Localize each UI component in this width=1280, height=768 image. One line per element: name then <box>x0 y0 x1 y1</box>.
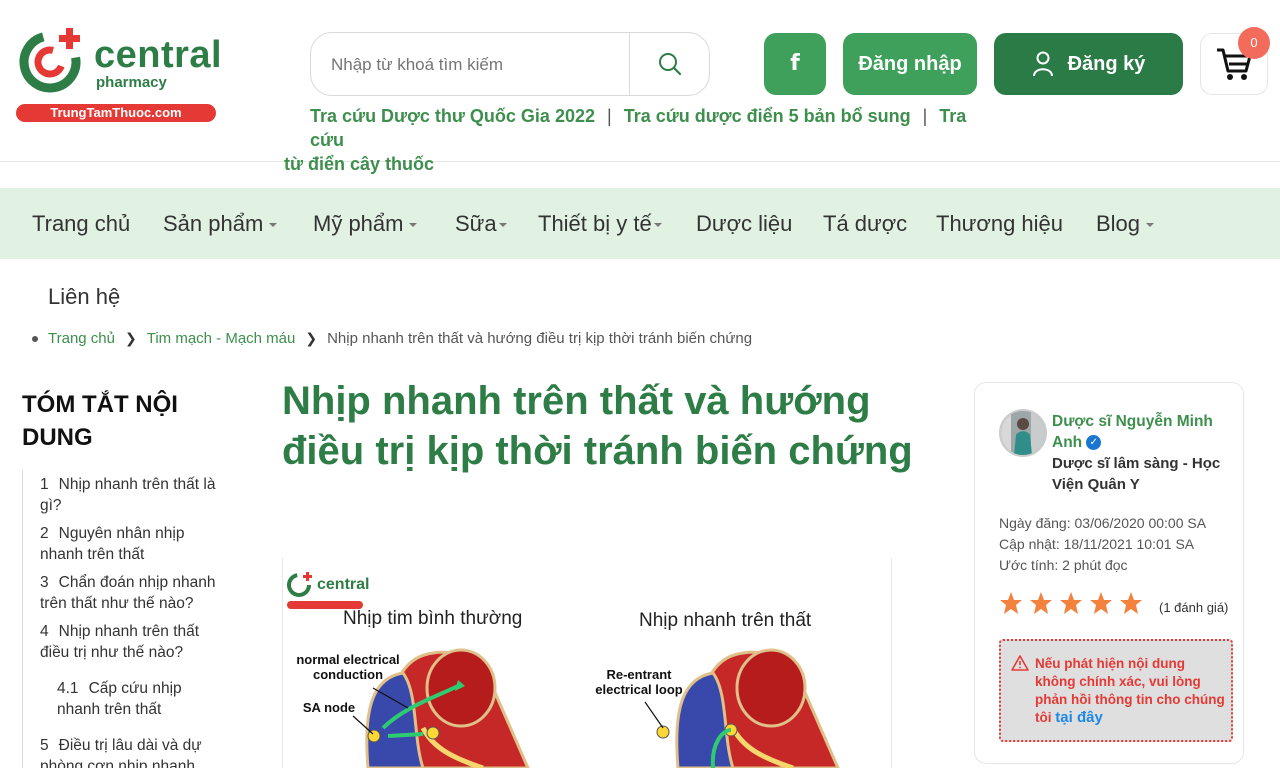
bullet-icon <box>32 335 38 342</box>
report-box: Nếu phát hiện nội dung không chính xác, … <box>999 639 1233 742</box>
star-icon <box>1000 592 1022 614</box>
figure-left-title: Nhịp tim bình thường <box>343 608 523 629</box>
nav-item-products[interactable]: Sản phẩm <box>163 188 278 259</box>
chevron-down-icon <box>1146 223 1155 228</box>
nav-item-herbal[interactable]: Dược liệu <box>696 188 792 259</box>
verified-icon: ✓ <box>1086 435 1102 451</box>
toc-subitem[interactable]: 4.1 Cấp cứu nhịp nhanh trên thất <box>57 678 207 720</box>
nav-item-milk[interactable]: Sữa <box>455 188 507 259</box>
main-nav: Trang chủ Sản phẩm Mỹ phẩm Sữa Thiết bị … <box>0 188 1280 259</box>
quick-link-separator: | <box>922 106 928 126</box>
author-role: Dược sĩ lâm sàng - Học Viện Quân Y <box>1052 455 1221 493</box>
quick-link-duoc-thu[interactable]: Tra cứu Dược thư Quốc Gia 2022 <box>310 106 595 126</box>
quick-link-duoc-dien[interactable]: Tra cứu dược điển 5 bản bổ sung <box>624 106 911 126</box>
figure-logo: central <box>317 576 370 593</box>
register-label: Đăng ký <box>1067 52 1146 75</box>
toc-title: TÓM TẮT NỘI DUNG <box>22 391 178 451</box>
figure-label-normal: normal electrical conduction <box>296 652 400 682</box>
rating-stars[interactable] <box>999 591 1143 615</box>
figure-label-reentrant: Re-entrant electrical loop <box>595 667 683 697</box>
search-button[interactable] <box>631 33 709 95</box>
logo-domain-bar: TrungTamThuoc.com <box>16 104 216 122</box>
star-icon <box>1120 592 1142 614</box>
facebook-icon: f <box>790 51 800 76</box>
breadcrumb-home[interactable]: Trang chủ <box>48 330 115 347</box>
chevron-down-icon <box>653 223 662 228</box>
breadcrumb-category[interactable]: Tim mạch - Mạch máu <box>147 330 296 347</box>
author-avatar[interactable] <box>999 409 1047 457</box>
figure-right-title: Nhịp nhanh trên thất <box>639 610 812 631</box>
search-input[interactable] <box>331 51 621 79</box>
quick-link-cay-thuoc-part2[interactable]: từ điển cây thuốc <box>284 154 434 174</box>
nav-item-medical-devices[interactable]: Thiết bị y tế <box>538 188 662 259</box>
report-message: Nếu phát hiện nội dung không chính xác, … <box>1035 656 1225 726</box>
article-title: Nhịp nhanh trên thất và hướng điều trị k… <box>282 379 913 473</box>
user-icon <box>1032 51 1053 77</box>
register-button[interactable]: Đăng ký <box>994 33 1183 95</box>
toc-item[interactable]: 5 Điều trị lâu dài và dự phòng cơn nhịp n… <box>40 735 230 768</box>
avatar-photo <box>1001 411 1045 455</box>
updated-date: Cập nhật: 18/11/2021 10:01 SA <box>999 536 1195 552</box>
rating-count: (1 đánh giá) <box>1159 600 1229 615</box>
published-date: Ngày đăng: 03/06/2020 00:00 SA <box>999 515 1207 531</box>
logo-subtitle: pharmacy <box>96 74 167 91</box>
logo-wordmark: central <box>94 34 223 76</box>
site-header: central pharmacy TrungTamThuoc.com f Đăn… <box>0 0 1280 174</box>
article-figure: central Nhịp tim bình thường Nhịp nhanh … <box>282 558 892 768</box>
cart-count-badge: 0 <box>1238 27 1270 59</box>
chevron-down-icon <box>269 223 278 228</box>
toc-item[interactable]: 3 Chẩn đoán nhịp nhanh trên thất như thế … <box>40 572 232 614</box>
nav-item-contact[interactable]: Liên hệ <box>48 284 120 310</box>
nav-item-home[interactable]: Trang chủ <box>32 188 130 259</box>
quick-links: Tra cứu Dược thư Quốc Gia 2022 | Tra cứu d… <box>284 104 1004 176</box>
chevron-right-icon: ❯ <box>124 330 137 346</box>
author-card: Dược sĩ Nguyễn Minh Anh ✓ Dược sĩ lâm sàn… <box>974 382 1244 764</box>
figure-label-sa-node: SA node <box>302 700 356 715</box>
breadcrumb-current: Nhịp nhanh trên thất và hướng điều trị k… <box>327 330 753 347</box>
star-icon <box>1030 592 1052 614</box>
chevron-right-icon: ❯ <box>305 330 318 346</box>
warning-icon <box>1011 655 1029 671</box>
site-logo[interactable]: central pharmacy TrungTamThuoc.com <box>16 24 222 122</box>
chevron-down-icon <box>498 223 507 228</box>
breadcrumb: Trang chủ ❯ Tim mạch - Mạch máu ❯ Nhịp n… <box>32 330 752 347</box>
search-box <box>310 32 710 96</box>
nav-item-brands[interactable]: Thương hiệu <box>936 188 1063 259</box>
nav-item-excipients[interactable]: Tá dược <box>823 188 907 259</box>
facebook-button[interactable]: f <box>764 33 826 95</box>
reading-time: Ước tính: 2 phút đọc <box>999 557 1128 573</box>
login-button[interactable]: Đăng nhập <box>843 33 977 95</box>
report-link[interactable]: tại đây <box>1055 709 1103 726</box>
toc-list: 1 Nhịp nhanh trên thất là gì? 2 Nguyên nhâ… <box>22 470 232 768</box>
search-divider <box>629 33 630 95</box>
search-icon <box>659 53 682 76</box>
quick-link-separator: | <box>607 106 612 126</box>
logo-mark-icon <box>19 28 81 93</box>
toc-item[interactable]: 1 Nhịp nhanh trên thất là gì? <box>40 474 230 516</box>
nav-item-blog[interactable]: Blog <box>1096 188 1155 259</box>
star-icon <box>1090 592 1112 614</box>
toc-item[interactable]: 4 Nhịp nhanh trên thất điều trị như thế n… <box>40 621 220 663</box>
toc-item[interactable]: 2 Nguyên nhân nhịp nhanh trên thất <box>40 523 200 565</box>
chevron-down-icon <box>409 223 418 228</box>
star-icon <box>1060 592 1082 614</box>
nav-item-cosmetics[interactable]: Mỹ phẩm <box>313 188 418 259</box>
author-name[interactable]: Dược sĩ Nguyễn Minh Anh ✓ <box>1052 411 1232 453</box>
